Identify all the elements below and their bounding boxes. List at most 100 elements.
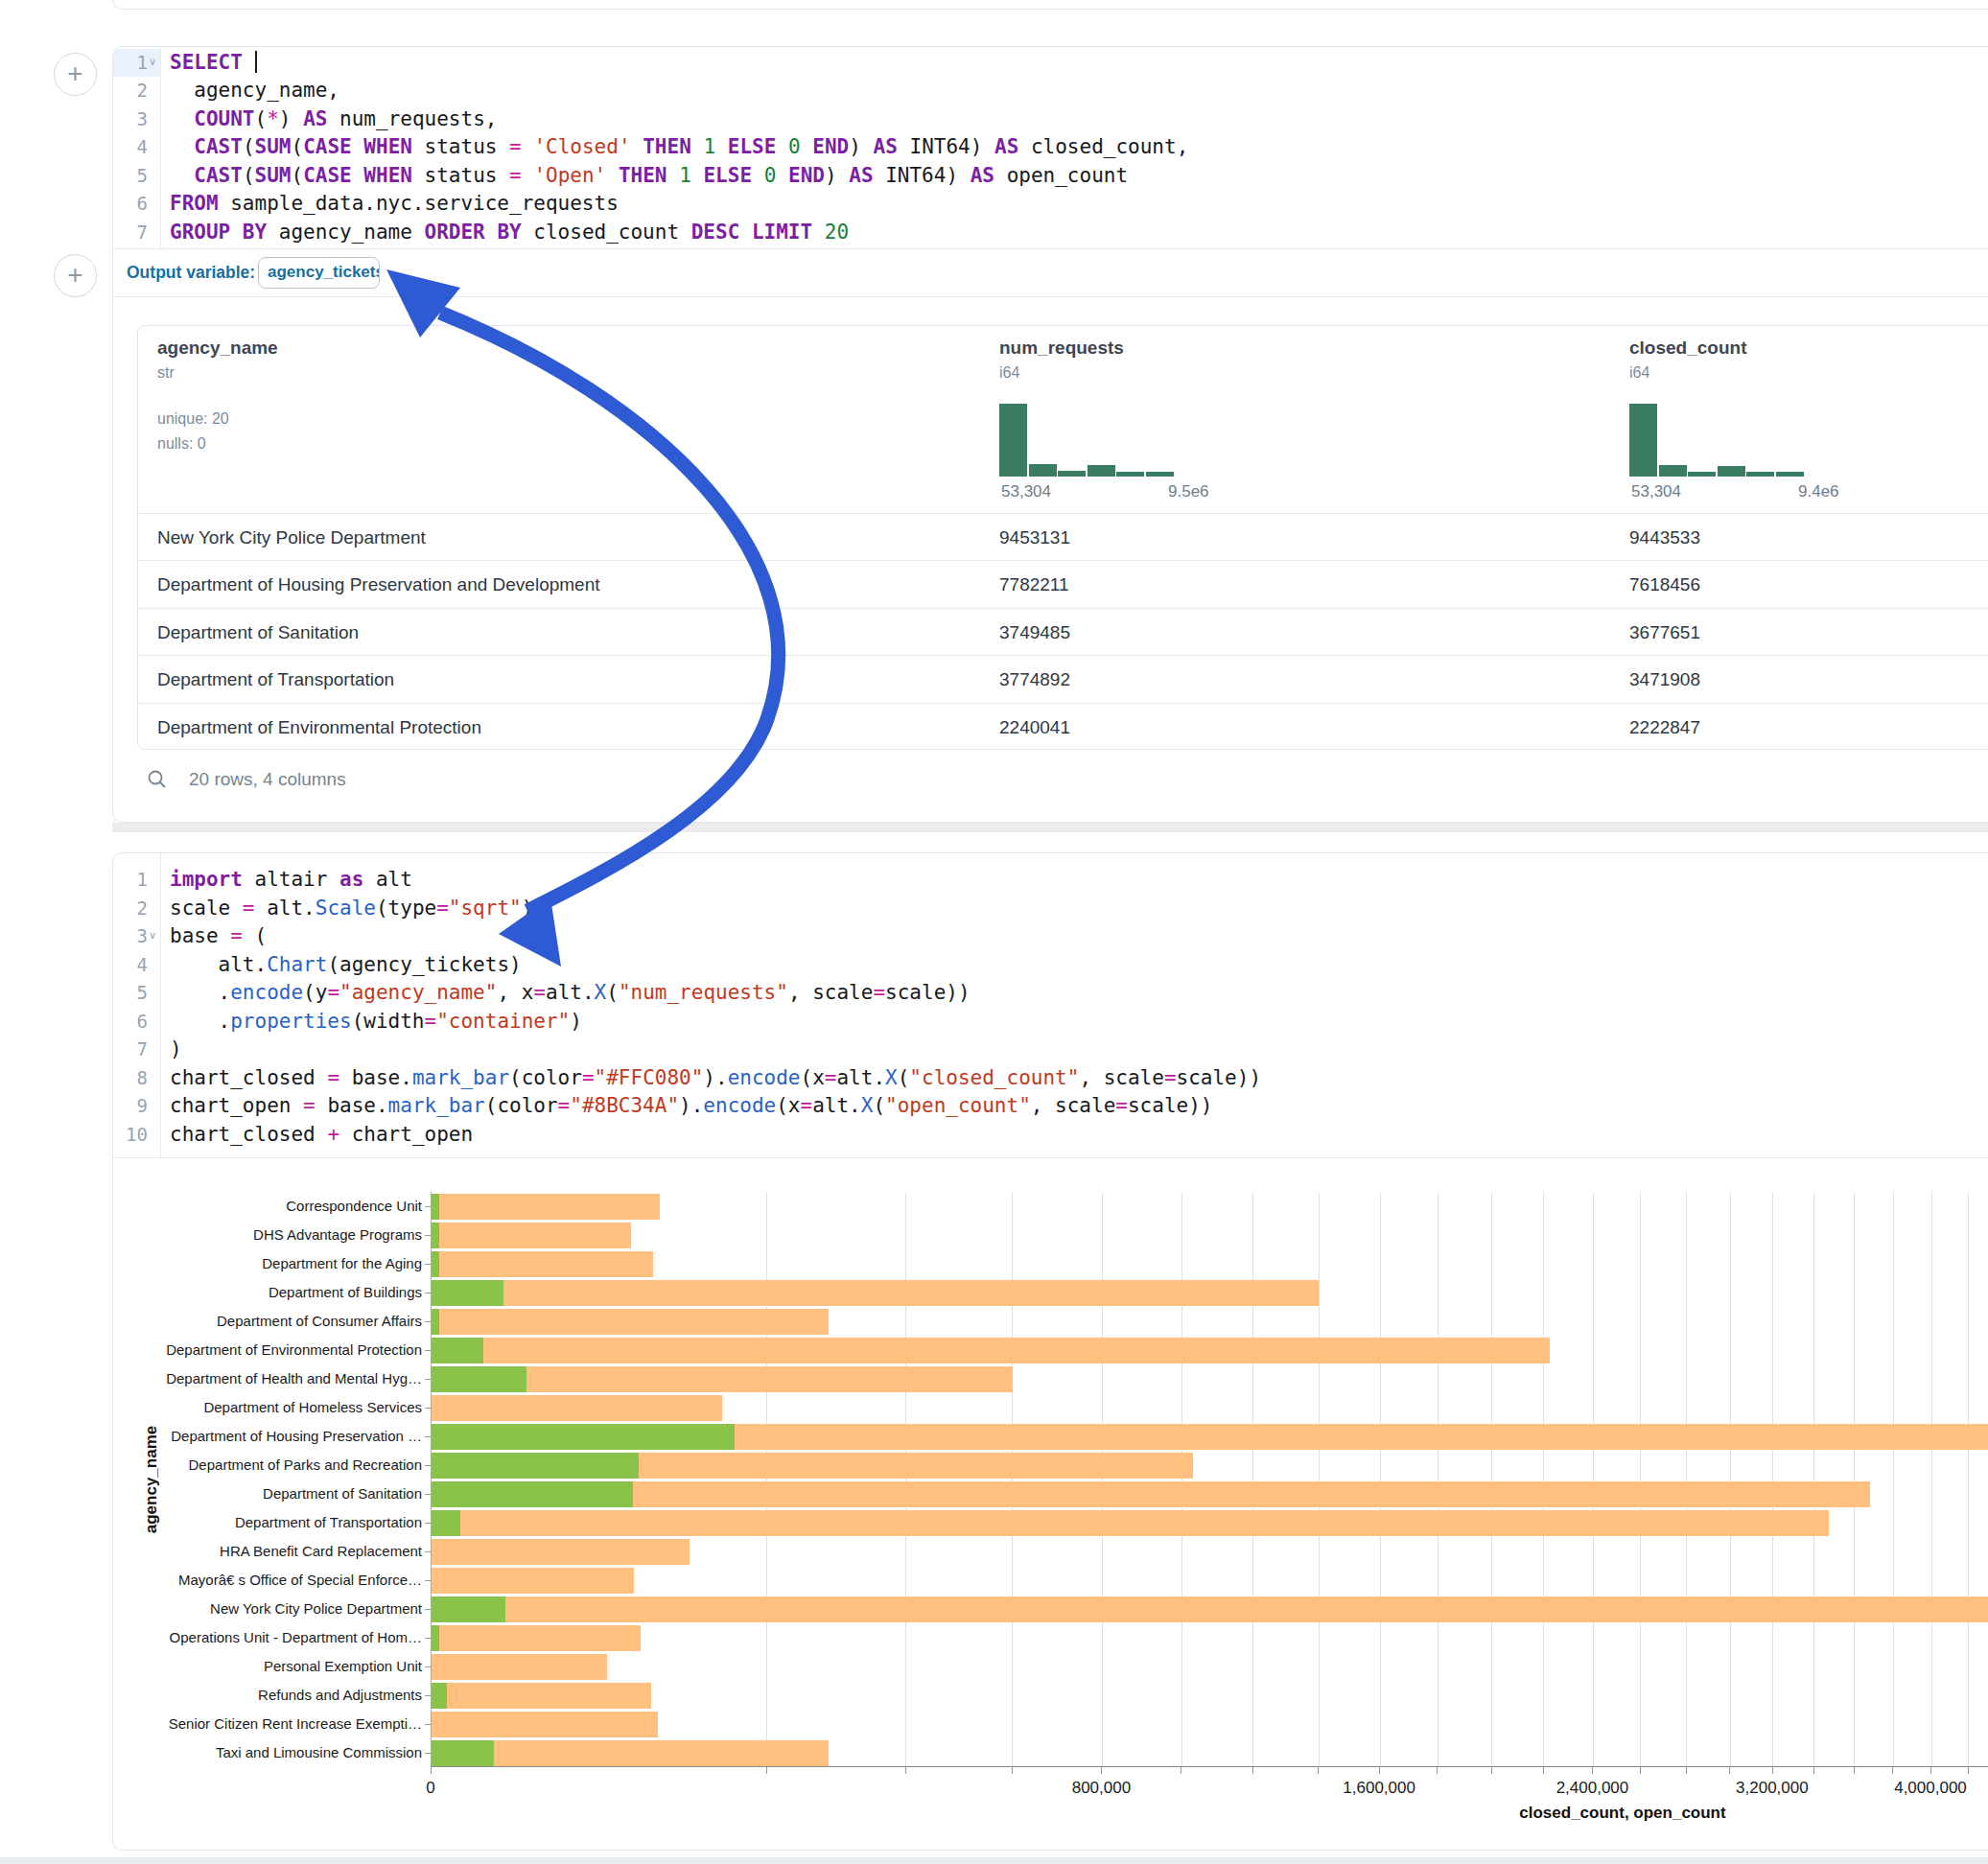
code-token: "closed_count" xyxy=(909,1066,1079,1089)
cell-value: 9453131 xyxy=(999,513,1070,563)
y-axis-tick xyxy=(425,1264,431,1265)
x-axis-tick xyxy=(1012,1767,1013,1774)
bar-closed-count xyxy=(432,1683,651,1709)
x-axis-tick-label: 2,400,000 xyxy=(1525,1779,1659,1798)
code-token: status xyxy=(412,135,509,158)
column-header-closed_count[interactable]: closed_count xyxy=(1629,338,1746,359)
line-number: 6 xyxy=(113,1008,148,1037)
code-text: CAST(SUM(CASE WHEN status = 'Closed' THE… xyxy=(170,133,1188,162)
code-line[interactable]: 10chart_closed + chart_open xyxy=(113,1121,1988,1150)
code-token xyxy=(776,164,788,187)
code-token: WHEN xyxy=(363,135,412,158)
code-line[interactable]: 2scale = alt.Scale(type="sqrt") xyxy=(113,895,1988,923)
code-text: agency_name, xyxy=(170,77,339,105)
code-line[interactable]: 5 .encode(y="agency_name", x=alt.X("num_… xyxy=(113,979,1988,1008)
code-line[interactable]: 2 agency_name, xyxy=(113,77,1988,105)
cell-value: 2222847 xyxy=(1629,703,1700,750)
y-axis-tick xyxy=(425,1753,431,1754)
code-line[interactable]: 1import altair as alt xyxy=(113,866,1988,895)
code-token: AS xyxy=(303,107,327,130)
code-line[interactable]: 3 COUNT(*) AS num_requests, xyxy=(113,105,1988,134)
code-line[interactable]: 3∨base = ( xyxy=(113,922,1988,951)
code-token xyxy=(522,135,534,158)
add-cell-button-middle[interactable]: + xyxy=(54,254,97,297)
code-line[interactable]: 6 .properties(width="container") xyxy=(113,1008,1988,1037)
code-token xyxy=(522,164,534,187)
y-axis-tick xyxy=(425,1638,431,1639)
bar-open-count xyxy=(432,1740,494,1766)
bar-closed-count xyxy=(432,1223,631,1248)
line-number: 4 xyxy=(113,133,148,162)
code-token: ( xyxy=(243,164,255,187)
code-token xyxy=(812,221,825,244)
output-variable-chip[interactable]: agency_tickets xyxy=(258,257,380,289)
cell-value: 9443533 xyxy=(1629,513,1700,563)
code-token: GROUP BY xyxy=(170,221,267,244)
code-token: alt. xyxy=(255,897,316,920)
column-header-agency_name[interactable]: agency_name xyxy=(157,338,278,359)
x-axis-tick-label: 3,200,000 xyxy=(1705,1779,1839,1798)
search-icon[interactable] xyxy=(147,769,168,790)
code-token: scale xyxy=(170,897,243,920)
cell-agency-name: Department of Environmental Protection xyxy=(157,703,481,750)
table-row[interactable]: Department of Sanitation37494853677651 xyxy=(138,608,1988,655)
code-token: (color xyxy=(485,1094,558,1117)
code-token xyxy=(631,135,643,158)
bar-open-count xyxy=(432,1424,735,1450)
code-line[interactable]: 8chart_closed = base.mark_bar(color="#FF… xyxy=(113,1064,1988,1093)
output-variable-row: Output variable: agency_tickets xyxy=(113,248,1988,297)
code-token: ) xyxy=(570,1010,582,1033)
python-code-editor[interactable]: 1import altair as alt2scale = alt.Scale(… xyxy=(113,866,1988,1149)
column-header-num_requests[interactable]: num_requests xyxy=(999,338,1124,359)
column-histogram xyxy=(999,404,1174,477)
code-line[interactable]: 1∨SELECT xyxy=(113,49,1988,78)
code-token: 'Closed' xyxy=(533,135,630,158)
table-row[interactable]: New York City Police Department945313194… xyxy=(138,513,1988,560)
code-line[interactable]: 4 alt.Chart(agency_tickets) xyxy=(113,951,1988,980)
y-axis-tick xyxy=(425,1379,431,1380)
sql-code-editor[interactable]: 1∨SELECT 2 agency_name,3 COUNT(*) AS num… xyxy=(113,49,1988,247)
table-row[interactable]: Department of Housing Preservation and D… xyxy=(138,560,1988,607)
sql-cell: 1∨SELECT 2 agency_name,3 COUNT(*) AS num… xyxy=(112,46,1988,823)
table-row[interactable]: Department of Environmental Protection 22… xyxy=(138,703,1988,750)
bar-closed-count xyxy=(432,1539,690,1565)
code-line[interactable]: 7) xyxy=(113,1036,1988,1064)
x-axis-tick xyxy=(1101,1767,1102,1774)
code-token: SUM xyxy=(255,164,292,187)
bar-closed-count xyxy=(432,1395,722,1421)
text-cursor xyxy=(255,51,257,73)
column-meta: unique: 20 xyxy=(157,410,229,428)
bar-closed-count xyxy=(432,1625,641,1651)
code-line[interactable]: 4 CAST(SUM(CASE WHEN status = 'Closed' T… xyxy=(113,133,1988,162)
code-line[interactable]: 7GROUP BY agency_name ORDER BY closed_co… xyxy=(113,219,1988,247)
gridline xyxy=(1491,1192,1492,1766)
code-token: = xyxy=(873,981,885,1004)
code-token: open_count xyxy=(994,164,1128,187)
code-token xyxy=(776,135,788,158)
code-token: , scale xyxy=(1031,1094,1116,1117)
y-axis-label: Personal Exemption Unit xyxy=(113,1657,422,1676)
collapse-chevron-icon[interactable]: ∨ xyxy=(149,929,156,942)
gridline xyxy=(1686,1192,1687,1766)
collapse-chevron-icon[interactable]: ∨ xyxy=(149,56,156,68)
histogram-bar xyxy=(1088,465,1115,477)
column-dtype: i64 xyxy=(1629,364,1649,382)
gridline xyxy=(1640,1192,1641,1766)
code-line[interactable]: 9chart_open = base.mark_bar(color="#8BC3… xyxy=(113,1092,1988,1121)
code-line[interactable]: 5 CAST(SUM(CASE WHEN status = 'Open' THE… xyxy=(113,162,1988,191)
code-token xyxy=(715,135,728,158)
bar-closed-count xyxy=(432,1280,1319,1306)
table-row[interactable]: Department of Transportation377489234719… xyxy=(138,655,1988,702)
code-token: status xyxy=(412,164,509,187)
code-token: mark_bar xyxy=(388,1094,485,1117)
code-token: END xyxy=(788,164,825,187)
add-cell-button-top[interactable]: + xyxy=(54,53,97,96)
gridline xyxy=(1543,1192,1544,1766)
code-token: "#FFC080" xyxy=(595,1066,704,1089)
code-line[interactable]: 6FROM sample_data.nyc.service_requests xyxy=(113,190,1988,219)
bar-open-count xyxy=(432,1625,439,1651)
code-token: ( xyxy=(873,1094,885,1117)
gridline xyxy=(1252,1192,1253,1766)
line-number: 10 xyxy=(113,1121,148,1150)
histogram-max-label: 9.5e6 xyxy=(1168,482,1209,501)
